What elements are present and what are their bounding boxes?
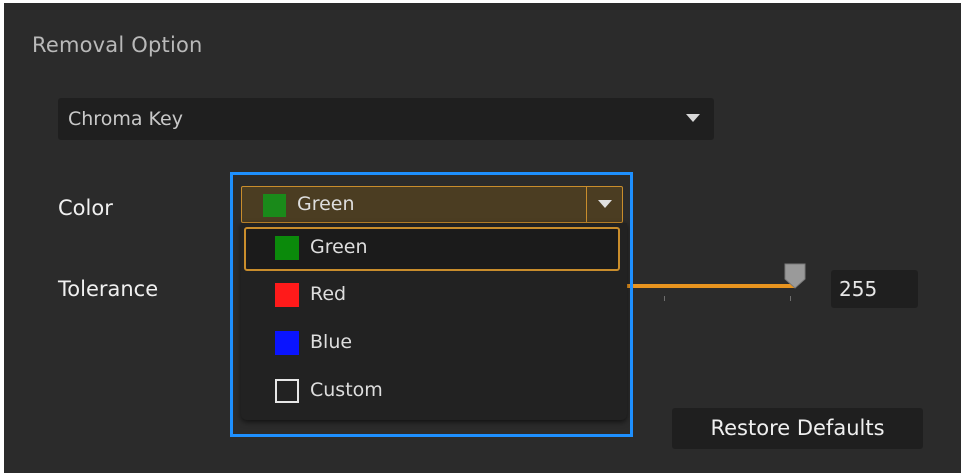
color-swatch-red <box>275 283 299 307</box>
color-dropdown-value: Green <box>297 193 355 215</box>
color-swatch-green <box>263 194 286 217</box>
dropdown-option-green[interactable]: Green <box>244 227 620 271</box>
color-swatch-blue <box>275 331 299 355</box>
dropdown-option-custom[interactable]: Custom <box>244 370 620 414</box>
restore-defaults-button[interactable]: Restore Defaults <box>672 408 923 449</box>
section-title: Removal Option <box>32 33 203 57</box>
option-label: Custom <box>310 379 383 401</box>
color-swatch-green <box>275 236 299 260</box>
color-dropdown[interactable]: Green <box>241 186 623 223</box>
tolerance-slider-handle[interactable] <box>784 263 806 289</box>
color-swatch-custom <box>275 379 299 403</box>
dropdown-option-blue[interactable]: Blue <box>244 322 620 366</box>
removal-method-dropdown[interactable]: Chroma Key <box>58 98 714 140</box>
option-label: Blue <box>310 331 353 353</box>
tolerance-slider-track[interactable] <box>624 284 795 288</box>
option-label: Green <box>310 236 368 258</box>
color-label: Color <box>58 196 113 220</box>
tolerance-value-field[interactable]: 255 <box>831 270 918 308</box>
chevron-down-icon <box>686 114 700 122</box>
slider-tick <box>790 296 791 301</box>
option-label: Red <box>310 283 347 305</box>
tolerance-label: Tolerance <box>58 277 159 301</box>
chevron-down-icon <box>598 200 612 208</box>
color-dropdown-arrow-button[interactable] <box>586 187 622 222</box>
slider-tick <box>664 296 665 301</box>
dropdown-option-red[interactable]: Red <box>244 274 620 318</box>
color-dropdown-list: Green Red Blue Custom <box>241 223 627 420</box>
removal-method-value: Chroma Key <box>68 108 183 130</box>
